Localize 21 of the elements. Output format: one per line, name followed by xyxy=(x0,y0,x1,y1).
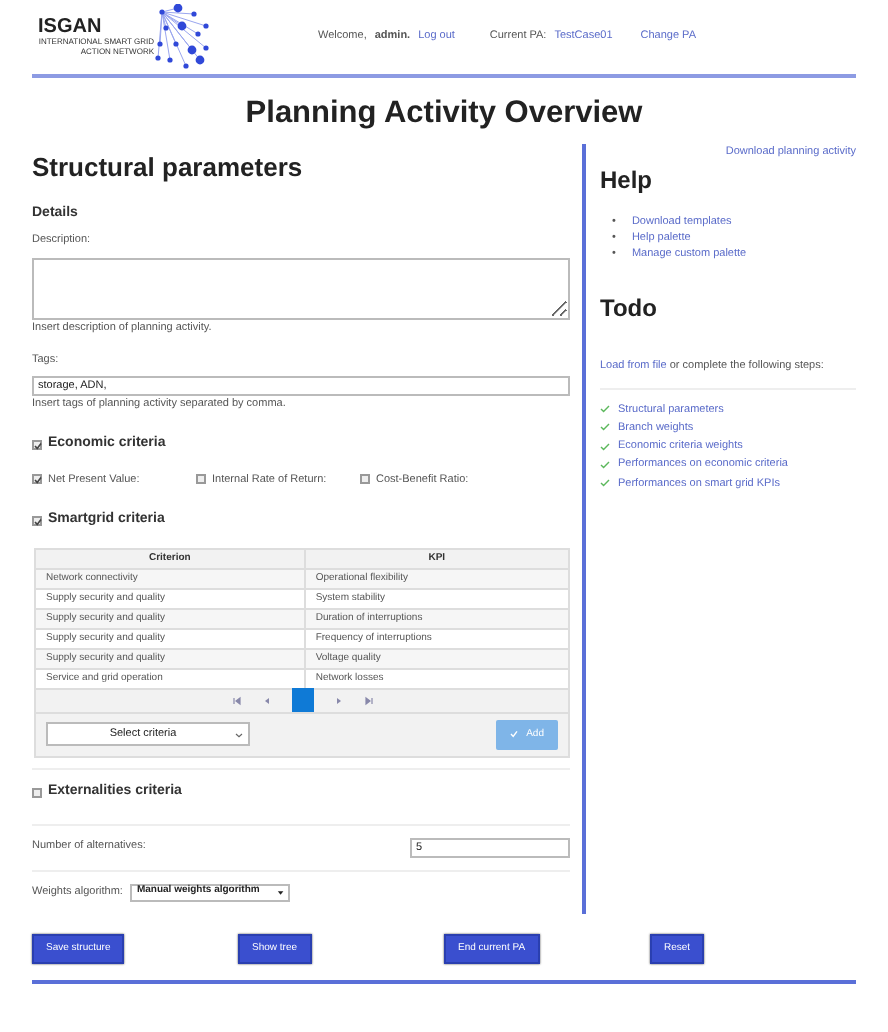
sidebar-title: Help xyxy=(600,163,655,197)
check-icon xyxy=(510,730,519,739)
sidebar-title: Todo xyxy=(600,292,659,327)
section-title: Structural parameters xyxy=(32,150,305,187)
checkbox[interactable] xyxy=(196,474,206,485)
next-page-icon[interactable] xyxy=(333,695,343,705)
checkbox[interactable] xyxy=(32,440,42,450)
checkbox[interactable] xyxy=(32,787,42,798)
first-page-icon[interactable] xyxy=(231,695,241,705)
logo-text: ISGAN xyxy=(38,18,104,39)
checkbox[interactable] xyxy=(32,515,42,526)
network-icon xyxy=(154,3,214,71)
page-title: Planning Activity Overview xyxy=(243,94,645,134)
checkbox[interactable] xyxy=(360,474,370,485)
description-field[interactable] xyxy=(32,257,570,319)
previous-page-icon[interactable] xyxy=(261,695,271,705)
chevron-icon xyxy=(234,729,244,740)
last-page-icon[interactable] xyxy=(363,695,373,705)
current-page[interactable] xyxy=(291,688,313,712)
dropdown-icon xyxy=(275,887,285,897)
checkbox[interactable] xyxy=(32,474,42,485)
